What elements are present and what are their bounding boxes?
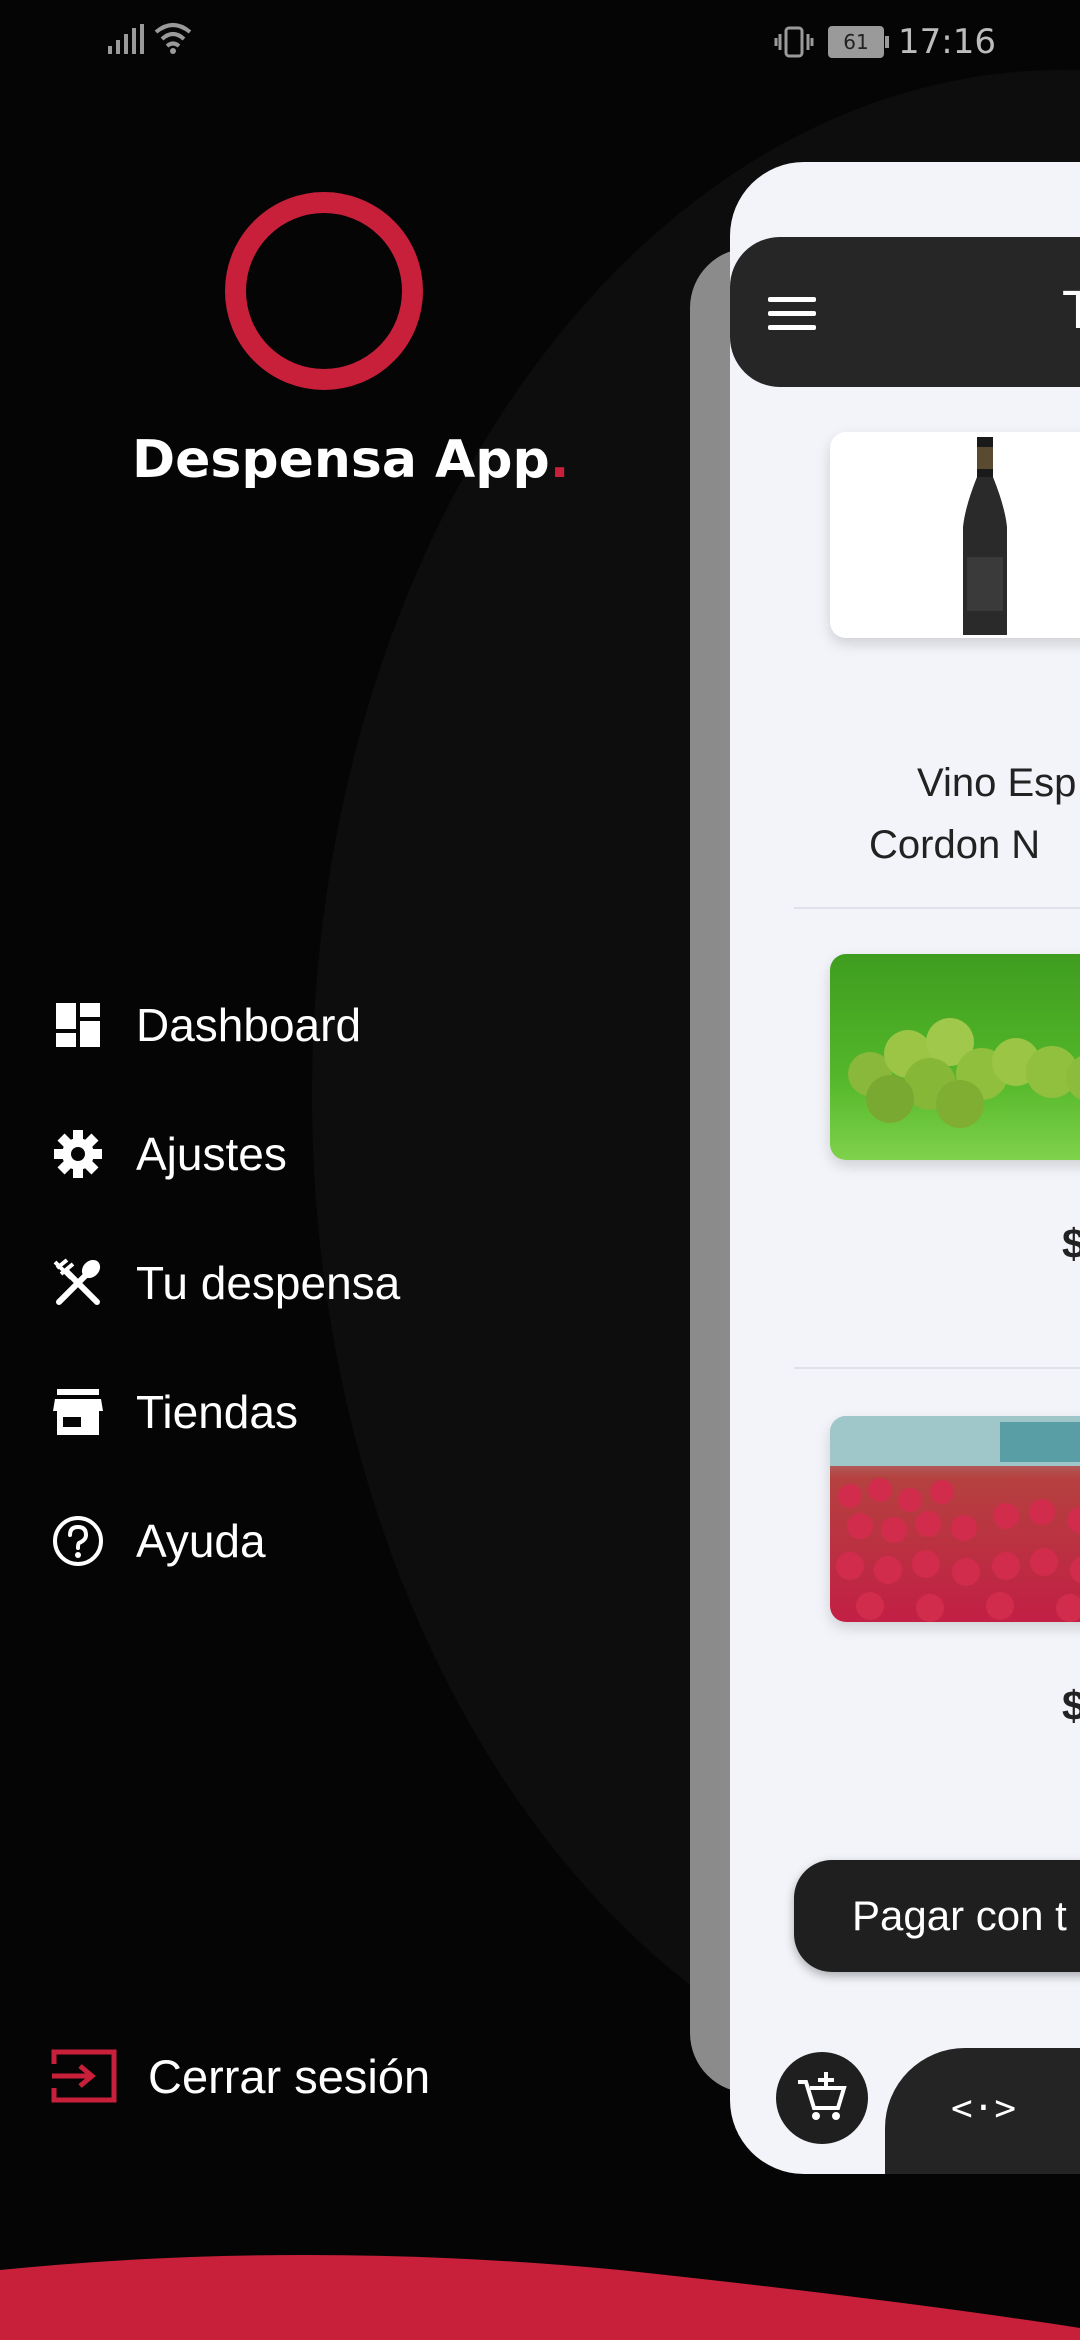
clock: 17:16: [898, 22, 996, 62]
app-title-text: Despensa App: [132, 430, 550, 490]
app-title: Despensa App.: [132, 430, 570, 490]
vibrate-icon: [774, 26, 814, 58]
product-image-wine: [830, 432, 1080, 638]
status-right: 61 17:16: [774, 22, 996, 62]
logout-icon: [51, 2049, 117, 2103]
divider: [794, 1367, 1080, 1369]
drawer-screen: 61 17:16 Despensa App. Dashboard Ajustes…: [0, 0, 1080, 2340]
menu-item-pantry[interactable]: Tu despensa: [50, 1218, 400, 1347]
main-screen-preview[interactable]: T Vino Esp Cordon N $ $ Pagar con t <·>: [730, 162, 1080, 2174]
logout-button[interactable]: Cerrar sesión: [50, 2048, 430, 2104]
menu-item-label: Dashboard: [136, 998, 362, 1051]
limes-image: [848, 1018, 1080, 1128]
pay-button[interactable]: Pagar con t: [794, 1860, 1080, 1972]
product-image-raspberries: [830, 1416, 1080, 1622]
signal-indicators: [108, 22, 192, 54]
menu-item-label: Tiendas: [136, 1385, 298, 1438]
menu-item-label: Tu despensa: [136, 1256, 401, 1309]
product-name: Vino Esp Cordon N: [869, 752, 1077, 876]
menu-item-label: Ajustes: [136, 1127, 287, 1180]
app-logo: [225, 192, 423, 390]
wine-bottle-image: [963, 437, 1007, 635]
menu-item-stores[interactable]: Tiendas: [50, 1347, 400, 1476]
product-price: $: [1062, 1220, 1080, 1267]
product-name-line: Vino Esp: [917, 761, 1077, 805]
utensils-icon: [50, 1255, 106, 1311]
status-bar: 61 17:16: [0, 0, 1080, 84]
top-bar-title: T: [1062, 280, 1080, 340]
hamburger-menu-icon[interactable]: [768, 297, 816, 331]
menu-item-help[interactable]: Ayuda: [50, 1476, 400, 1605]
drawer-menu: Dashboard Ajustes Tu despensa Tiendas Ay…: [50, 960, 400, 1605]
store-icon: [50, 1384, 106, 1440]
product-name-line: Cordon N: [869, 823, 1041, 867]
code-nav-icon[interactable]: <·>: [951, 2088, 1016, 2129]
bottom-wave: [0, 2255, 1080, 2340]
menu-item-settings[interactable]: Ajustes: [50, 1089, 400, 1218]
top-app-bar: T: [730, 237, 1080, 387]
add-to-cart-button[interactable]: [776, 2052, 868, 2144]
pay-button-label: Pagar con t: [852, 1892, 1067, 1939]
menu-item-label: Ayuda: [136, 1514, 266, 1567]
wifi-icon: [154, 23, 192, 54]
battery-icon: 61: [828, 26, 890, 58]
gear-icon: [50, 1126, 106, 1182]
signal-icon: [108, 24, 144, 54]
divider: [794, 907, 1080, 909]
product-image-limes: [830, 954, 1080, 1160]
help-icon: [50, 1513, 106, 1569]
add-cart-icon: [798, 2072, 847, 2120]
logout-label: Cerrar sesión: [148, 2049, 431, 2103]
raspberries-image: [830, 1416, 1080, 1622]
product-price: $: [1062, 1682, 1080, 1729]
app-title-dot: .: [549, 430, 570, 490]
dashboard-icon: [50, 997, 106, 1053]
bottom-nav-bar: <·>: [885, 2048, 1080, 2174]
menu-item-dashboard[interactable]: Dashboard: [50, 960, 400, 1089]
